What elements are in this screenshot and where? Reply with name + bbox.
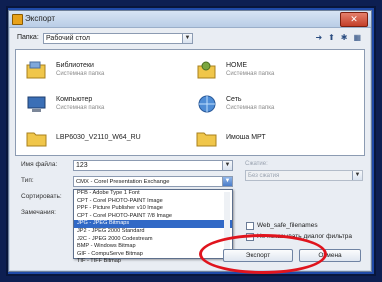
list-item[interactable]: HOME Системная папка	[196, 56, 346, 86]
view-menu-icon[interactable]: ▦	[353, 33, 361, 42]
file-type: Системная папка	[226, 71, 275, 77]
folder-icon	[26, 132, 47, 147]
folder-icon	[196, 132, 217, 147]
list-item[interactable]: Имоша МРТ	[196, 124, 346, 154]
file-name: Компьютер	[56, 96, 93, 103]
notes-label: Замечания:	[21, 209, 56, 216]
type-option[interactable]: PPF - Picture Publisher v10 Image	[74, 205, 232, 213]
file-name: Библиотеки	[56, 62, 94, 69]
type-option[interactable]: CPT - Corel PHOTO-PAINT 7/8 Image	[74, 213, 232, 221]
folder-toolbar: Папка: Рабочий стол ▼ ➜ ⬆ ✱ ▦	[15, 32, 365, 46]
compression-select: Без сжатия ▼	[245, 170, 363, 181]
type-option[interactable]: JP2 - JPEG 2000 Standard	[74, 228, 232, 236]
chevron-down-icon[interactable]: ▼	[222, 161, 232, 170]
type-option-selected[interactable]: JPG - JPEG Bitmaps	[74, 220, 232, 228]
folder-label: Папка:	[17, 34, 39, 41]
libraries-icon	[26, 61, 46, 79]
compression-label: Сжатие:	[245, 161, 268, 167]
type-select[interactable]: CMX - Corel Presentation Exchange ▼	[73, 176, 233, 187]
chevron-down-icon[interactable]: ▼	[182, 34, 192, 43]
type-option[interactable]: CPT - Corel PHOTO-PAINT Image	[74, 198, 232, 206]
app-icon	[12, 14, 23, 25]
filename-label: Имя файла:	[21, 161, 58, 168]
folder-value: Рабочий стол	[46, 35, 90, 42]
computer-icon	[27, 96, 46, 112]
user-folder-icon	[197, 61, 216, 79]
file-type: Системная папка	[56, 105, 105, 111]
up-folder-icon[interactable]: ⬆	[328, 33, 335, 42]
network-icon	[198, 95, 216, 113]
sort-label: Сортировать:	[21, 193, 62, 200]
title-bar: Экспорт ✕	[9, 11, 371, 28]
file-name: LBP6030_V2110_W64_RU	[56, 134, 141, 141]
list-item[interactable]: Сеть Системная папка	[196, 90, 346, 120]
back-arrow-icon[interactable]: ➜	[315, 33, 322, 42]
file-type: Системная папка	[226, 105, 275, 111]
list-item[interactable]: Компьютер Системная папка	[26, 90, 176, 120]
new-folder-icon[interactable]: ✱	[341, 33, 348, 42]
type-option[interactable]: PFB - Adobe Type 1 Font	[74, 190, 232, 198]
file-name: Имоша МРТ	[226, 134, 266, 141]
file-name: Сеть	[226, 96, 242, 103]
type-value: CMX - Corel Presentation Exchange	[76, 179, 170, 185]
filename-value: 123	[76, 162, 88, 169]
file-list[interactable]: Библиотеки Системная папка HOME Системна…	[15, 49, 365, 156]
file-name: HOME	[226, 62, 247, 69]
list-item[interactable]: Библиотеки Системная папка	[26, 56, 176, 86]
web-safe-label: Web_safe_filenames	[257, 222, 318, 229]
export-dialog: Экспорт ✕ Папка: Рабочий стол ▼ ➜ ⬆ ✱ ▦ …	[8, 10, 372, 272]
list-item[interactable]: LBP6030_V2110_W64_RU	[26, 124, 176, 154]
annotation-ring	[199, 234, 327, 274]
close-button[interactable]: ✕	[340, 12, 368, 27]
file-type: Системная папка	[56, 71, 105, 77]
chevron-down-icon: ▼	[352, 171, 362, 180]
type-label: Тип:	[21, 177, 34, 184]
filename-input[interactable]: 123 ▼	[73, 160, 233, 171]
toolbar-icons: ➜ ⬆ ✱ ▦	[311, 33, 361, 45]
web-safe-checkbox[interactable]	[246, 222, 254, 230]
type-option[interactable]: J2C - JPEG 2000 Codestream	[74, 236, 232, 244]
window-title: Экспорт	[25, 14, 56, 23]
folder-combo[interactable]: Рабочий стол ▼	[43, 33, 193, 44]
chevron-down-icon[interactable]: ▼	[222, 177, 232, 186]
compression-value: Без сжатия	[248, 173, 280, 179]
